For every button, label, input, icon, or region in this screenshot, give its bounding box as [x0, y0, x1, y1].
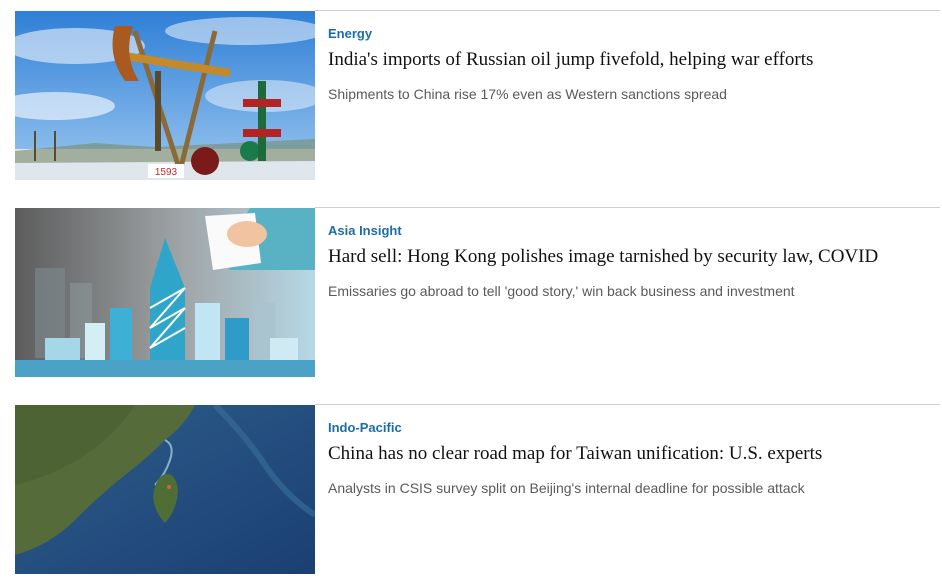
article-summary: Shipments to China rise 17% even as West…: [328, 86, 727, 102]
divider: [315, 207, 940, 208]
category-link[interactable]: Asia Insight: [328, 223, 930, 239]
taiwan-satellite-map-image: [15, 405, 315, 574]
article-thumbnail-hong-kong-skyline[interactable]: [15, 208, 315, 377]
article-summary: Emissaries go abroad to tell 'good story…: [328, 283, 795, 299]
oil-pumpjack-image: 1593: [15, 11, 315, 180]
well-number-label: 1593: [155, 167, 178, 178]
headline-link[interactable]: Hard sell: Hong Kong polishes image tarn…: [328, 246, 930, 268]
divider: [315, 10, 940, 11]
headline-link[interactable]: India's imports of Russian oil jump five…: [328, 49, 930, 71]
article-card: 1593 Energy India's imports of Russian o…: [15, 10, 940, 180]
article-summary: Analysts in CSIS survey split on Beijing…: [328, 480, 805, 496]
article-card: Indo-Pacific China has no clear road map…: [15, 404, 940, 574]
category-link[interactable]: Indo-Pacific: [328, 420, 930, 436]
article-thumbnail-oil-pumpjack[interactable]: 1593: [15, 11, 315, 180]
hong-kong-skyline-image: [15, 208, 315, 377]
location-marker-icon: [167, 485, 171, 489]
article-card: Asia Insight Hard sell: Hong Kong polish…: [15, 207, 940, 377]
category-link[interactable]: Energy: [328, 26, 930, 42]
divider: [315, 404, 940, 405]
article-thumbnail-taiwan-map[interactable]: [15, 405, 315, 574]
headline-link[interactable]: China has no clear road map for Taiwan u…: [328, 443, 930, 465]
